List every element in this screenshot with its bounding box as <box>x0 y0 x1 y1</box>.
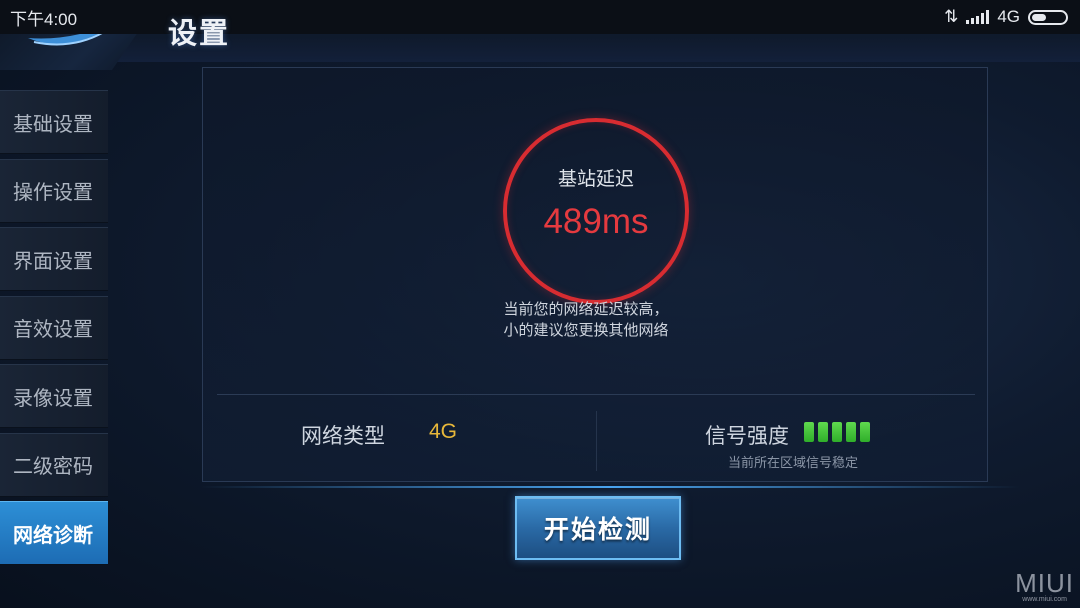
divider <box>217 394 975 395</box>
watermark-brand: MIUI <box>1015 568 1074 598</box>
start-test-button[interactable]: 开始检测 <box>515 496 681 560</box>
miui-watermark: MIUI www.miui.com <box>1015 570 1074 604</box>
signal-strength-label: 信号强度 <box>705 424 789 448</box>
signal-bar <box>818 422 828 442</box>
sidebar-item-network-diagnosis[interactable]: 网络诊断 <box>0 501 108 565</box>
battery-icon <box>1028 9 1068 25</box>
latency-advice: 当前您的网络延迟较高， 小的建议您更换其他网络 <box>203 299 989 341</box>
sidebar-item-basic[interactable]: 基础设置 <box>0 90 108 154</box>
game-settings-screen: 下午4:00 ⇅ 4G 设置 基础设置 操作设置 界面设置 音效设置 录像设置 … <box>0 0 1080 608</box>
status-icons: ⇅ 4G <box>944 7 1068 27</box>
latency-label: 基站延迟 <box>557 168 634 190</box>
sidebar-item-controls[interactable]: 操作设置 <box>0 158 108 223</box>
network-type-indicator: 4G <box>997 7 1020 26</box>
sidebar-item-secondary-password[interactable]: 二级密码 <box>0 432 108 497</box>
divider <box>596 411 597 471</box>
sidebar-item-recording[interactable]: 录像设置 <box>0 364 108 428</box>
status-bar: 下午4:00 ⇅ 4G <box>0 0 1080 34</box>
signal-bar <box>846 422 856 442</box>
divider-glow <box>200 486 1020 488</box>
sidebar-item-interface[interactable]: 界面设置 <box>0 227 108 291</box>
cell-signal-icon <box>966 10 990 24</box>
status-time: 下午4:00 <box>10 9 78 29</box>
advice-line-1: 当前您的网络延迟较高， <box>503 300 669 318</box>
signal-bar <box>860 422 870 442</box>
sidebar-item-sound[interactable]: 音效设置 <box>0 295 108 360</box>
latency-value: 489ms <box>543 202 649 241</box>
network-type-label: 网络类型 <box>301 424 385 448</box>
data-transfer-icon: ⇅ <box>944 7 959 26</box>
signal-strength-bars <box>804 422 870 442</box>
signal-bar <box>804 422 814 442</box>
advice-line-2: 小的建议您更换其他网络 <box>503 321 669 339</box>
network-type-value: 4G <box>429 420 458 443</box>
watermark-url: www.miui.com <box>1022 596 1067 603</box>
signal-bar <box>832 422 842 442</box>
network-diagnosis-panel: 基站延迟 489ms 当前您的网络延迟较高， 小的建议您更换其他网络 网络类型 … <box>202 67 988 482</box>
latency-ring: 基站延迟 489ms <box>503 118 689 304</box>
settings-sidebar: 基础设置 操作设置 界面设置 音效设置 录像设置 二级密码 网络诊断 <box>0 90 108 570</box>
signal-note: 当前所在区域信号稳定 <box>728 456 859 471</box>
page-title: 设置 <box>168 16 231 50</box>
